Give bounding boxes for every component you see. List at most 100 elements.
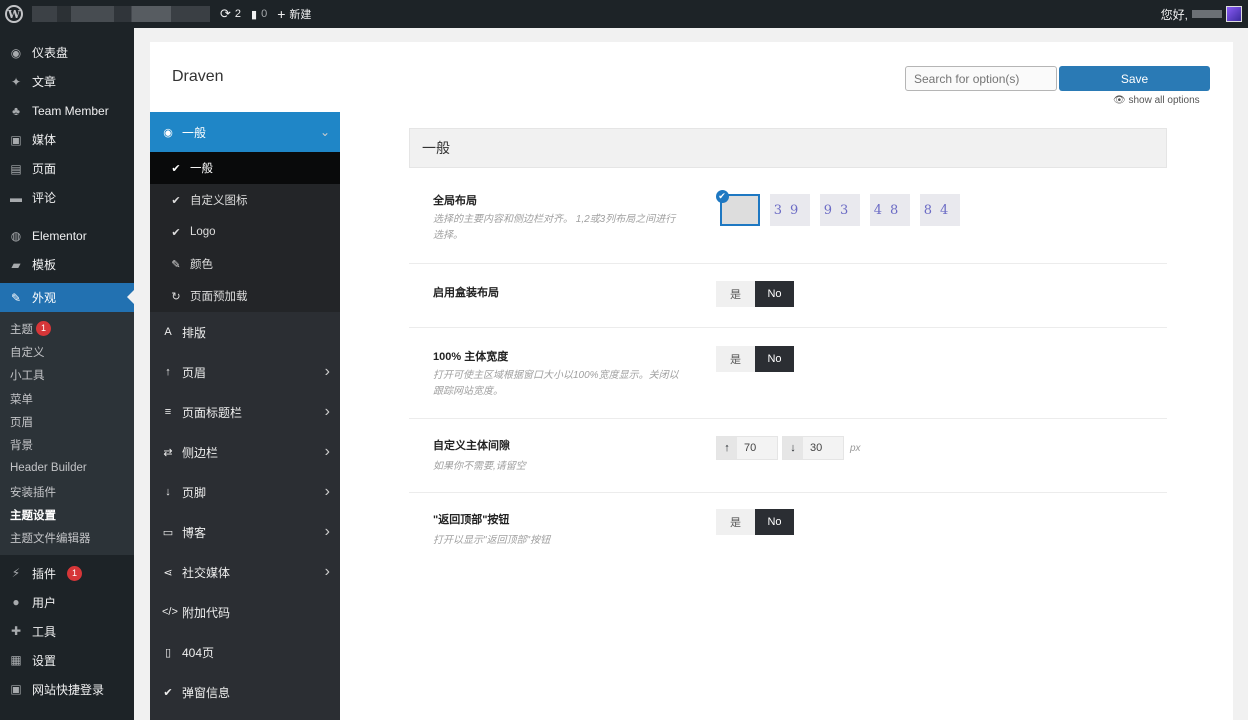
boxed-toggle[interactable]: 是 No — [716, 281, 794, 307]
options-nav-label: 页面标题栏 — [182, 405, 243, 420]
brush-icon: ✎ — [171, 258, 181, 271]
submenu-item-4[interactable]: 菜单 — [0, 387, 134, 410]
menu-item-4[interactable]: ▣ 媒体 — [0, 125, 134, 154]
options-nav-item-6[interactable]: ▭ 博客 › — [150, 512, 340, 552]
options-nav-item-8[interactable]: </> 附加代码 — [150, 592, 340, 632]
menu-item-5[interactable]: ▤ 页面 — [0, 154, 134, 183]
submenu-item-9[interactable]: 主题设置 — [0, 503, 134, 526]
toggle-yes[interactable]: 是 — [716, 509, 755, 535]
options-nav-label: 附加代码 — [182, 605, 231, 620]
menu-item-3[interactable]: ♣ Team Member — [0, 96, 134, 125]
toggle-yes[interactable]: 是 — [716, 346, 755, 372]
plugin-icon: ⚡ — [11, 566, 21, 581]
save-button[interactable]: Save — [1059, 66, 1210, 91]
section-title: 一般 — [409, 128, 1167, 168]
options-nav-item-3[interactable]: ≡ 页面标题栏 › — [150, 392, 340, 432]
option-title: "返回顶部"按钮 — [433, 514, 510, 526]
toggle-no[interactable]: No — [755, 346, 794, 372]
toggle-no[interactable]: No — [755, 509, 794, 535]
options-subnav-item-5[interactable]: ↻ 页面预加载 — [150, 280, 340, 312]
spacing-top-input[interactable]: ↑ 70 — [716, 436, 778, 460]
menu-item-label: 模板 — [32, 258, 57, 272]
menu-item-label: 页面 — [32, 162, 57, 176]
submenu-item-6[interactable]: 背景 — [0, 433, 134, 456]
menu-item-label: 网站快捷登录 — [32, 682, 105, 697]
layout-option-3[interactable]: 93 — [820, 194, 860, 226]
code-icon: </> — [162, 606, 178, 618]
account-menu[interactable]: 您好, — [1161, 6, 1242, 23]
options-subnav-item-1[interactable]: ✔ 一般 — [150, 152, 340, 184]
show-all-options-link[interactable]: 👁 show all options — [1113, 95, 1200, 106]
submenu-item-label: 菜单 — [10, 393, 33, 406]
submenu-item-10[interactable]: 主题文件编辑器 — [0, 527, 134, 550]
submenu-item-2[interactable]: 自定义 — [0, 340, 134, 363]
username-blurred — [1192, 10, 1222, 18]
layout-option-1[interactable]: ✔ — [716, 190, 760, 226]
menu-item-8[interactable]: ▰ 模板 — [0, 250, 134, 279]
arrow-up-icon: ↑ — [165, 366, 171, 378]
login-icon: ▣ — [10, 682, 22, 697]
options-nav-item-10[interactable]: ✔ 弹窗信息 — [150, 672, 340, 712]
menu-item-3[interactable]: ✚ 工具 — [0, 617, 134, 646]
option-title: 全局布局 — [433, 195, 477, 207]
layout-option-2[interactable]: 39 — [770, 194, 810, 226]
eye-icon: 👁 — [1113, 95, 1126, 106]
submenu-item-label: 主题设置 — [10, 510, 56, 523]
layout-option-4[interactable]: 48 — [870, 194, 910, 226]
options-nav-item-5[interactable]: ↓ 页脚 › — [150, 472, 340, 512]
menu-item-label: 仪表盘 — [32, 46, 69, 60]
options-nav-item-1[interactable]: A 排版 — [150, 312, 340, 352]
options-nav-item-4[interactable]: ⇄ 侧边栏 › — [150, 432, 340, 472]
spacing-top-value[interactable]: 70 — [737, 437, 777, 459]
options-nav-label: 弹窗信息 — [182, 685, 231, 700]
menu-item-appearance[interactable]: ✎ 外观 — [0, 283, 134, 312]
updates-link[interactable]: ⟳ 2 — [220, 6, 241, 22]
option-full-width: 100% 主体宽度 打开可使主区域根据窗口大小以100%宽度显示。关闭以跟踪网站… — [409, 328, 1167, 419]
pin-icon: ✦ — [10, 74, 22, 89]
menu-item-4[interactable]: ▦ 设置 — [0, 646, 134, 675]
site-name-blurred[interactable] — [32, 6, 210, 22]
options-nav-label: 侧边栏 — [182, 445, 219, 460]
options-subnav-item-3[interactable]: ✔ Logo — [150, 216, 340, 248]
menu-item-5[interactable]: ▣ 网站快捷登录 — [0, 675, 134, 704]
toggle-yes[interactable]: 是 — [716, 281, 755, 307]
dashboard-icon: ◉ — [10, 45, 22, 60]
menu-item-7[interactable]: ◍ Elementor — [0, 221, 134, 250]
option-desc: 如果你不需要,请留空 — [433, 461, 526, 472]
option-global-layout: 全局布局 选择的主要内容和侧边栏对齐。 1,2或3列布局之间进行选择。 ✔ 39 9… — [409, 172, 1167, 264]
options-nav-item-9[interactable]: ▯ 404页 — [150, 632, 340, 672]
backtotop-toggle[interactable]: 是 No — [716, 509, 794, 535]
options-nav-general[interactable]: ◉ 一般 ⌄ — [150, 112, 340, 152]
spacing-bottom-input[interactable]: ↓ 30 — [782, 436, 844, 460]
layout-option-5[interactable]: 84 — [920, 194, 960, 226]
options-nav-item-2[interactable]: ↑ 页眉 › — [150, 352, 340, 392]
menu-item-1[interactable]: ◉ 仪表盘 — [0, 38, 134, 67]
options-nav-item-7[interactable]: ⋖ 社交媒体 › — [150, 552, 340, 592]
avatar — [1226, 6, 1242, 22]
submenu-item-3[interactable]: 小工具 — [0, 364, 134, 387]
spacing-bottom-value[interactable]: 30 — [803, 437, 843, 459]
search-input[interactable] — [905, 66, 1057, 91]
menu-item-2[interactable]: ✦ 文章 — [0, 67, 134, 96]
comments-link[interactable]: ▮ 0 — [251, 8, 267, 21]
new-content-link[interactable]: + 新建 — [277, 6, 311, 22]
group-icon: ♣ — [12, 103, 20, 118]
toggle-no[interactable]: No — [755, 281, 794, 307]
menu-item-label: 设置 — [32, 653, 57, 668]
chevron-right-icon: › — [324, 563, 330, 580]
menu-item-2[interactable]: ● 用户 — [0, 588, 134, 617]
submenu-item-5[interactable]: 页眉 — [0, 410, 134, 433]
menu-item-1[interactable]: ⚡ 插件 1 — [0, 559, 134, 588]
submenu-item-label: Header Builder — [10, 462, 87, 475]
menu-item-6[interactable]: ▬ 评论 — [0, 183, 134, 212]
options-subnav-item-2[interactable]: ✔ 自定义图标 — [150, 184, 340, 216]
fullwidth-toggle[interactable]: 是 No — [716, 346, 794, 372]
show-all-label: show all options — [1128, 95, 1200, 106]
submenu-item-1[interactable]: 主题 1 — [0, 317, 134, 340]
submenu-item-8[interactable]: 安装插件 — [0, 480, 134, 503]
submenu-item-7[interactable]: Header Builder — [0, 457, 134, 480]
wordpress-logo-icon[interactable]: W — [0, 0, 28, 28]
option-desc: 选择的主要内容和侧边栏对齐。 1,2或3列布局之间进行选择。 — [433, 214, 676, 241]
options-subnav-item-4[interactable]: ✎ 颜色 — [150, 248, 340, 280]
submenu-item-label: 页眉 — [10, 416, 33, 429]
